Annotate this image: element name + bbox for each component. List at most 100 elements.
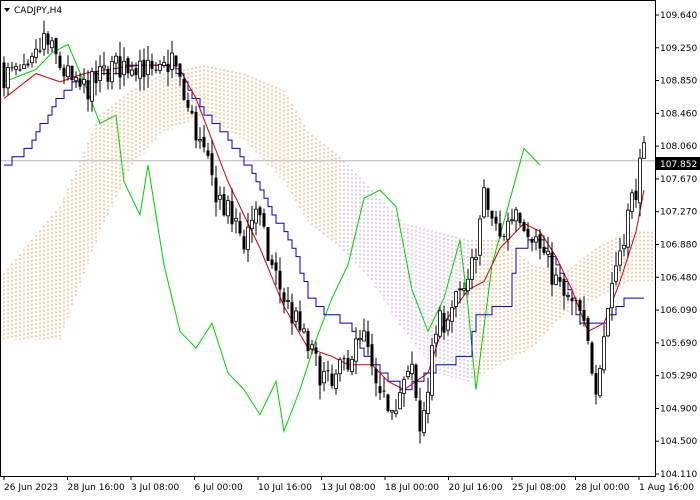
x-tick-label: 28 Jun 16:00 — [68, 483, 125, 493]
candle-body-bull — [470, 257, 474, 280]
candle-body-bear — [578, 300, 582, 311]
candle-body-bear — [634, 190, 638, 200]
candle-body-bull — [514, 209, 518, 222]
candle-body-bull — [458, 288, 462, 291]
candle-body-bull — [218, 194, 222, 200]
candle-body-bear — [46, 33, 50, 45]
candle-body-bear — [502, 235, 506, 237]
candle-body-bear — [238, 221, 242, 234]
candle-body-bear — [542, 246, 546, 253]
candle-body-bear — [18, 69, 22, 71]
candle-body-bull — [610, 283, 614, 309]
candle-body-bull — [50, 40, 54, 49]
candle-body-bear — [194, 111, 198, 141]
candle-body-bull — [246, 226, 250, 251]
x-tick-label: 20 Jul 16:00 — [449, 483, 503, 493]
candle-body-bull — [198, 139, 202, 142]
y-tick-label: 108.460 — [660, 109, 697, 119]
candle-body-bear — [586, 317, 590, 341]
candle-body-bull — [402, 379, 406, 394]
candle-body-bear — [94, 70, 98, 84]
candle-body-bear — [86, 80, 90, 100]
candle-body-bear — [270, 259, 274, 265]
y-tick-label: 108.850 — [660, 77, 697, 87]
candle-body-bull — [394, 410, 398, 414]
candle-body-bear — [2, 62, 6, 89]
candle-body-bear — [538, 234, 542, 249]
y-tick-label: 104.500 — [660, 437, 697, 447]
candle-body-bull — [114, 55, 118, 64]
candle-body-bull — [390, 410, 394, 413]
candle-body-bull — [82, 79, 86, 85]
candle-body-bull — [362, 330, 366, 342]
candle-body-bear — [558, 277, 562, 282]
x-tick-label: 26 Jun 2023 — [4, 483, 58, 493]
y-tick-label: 107.670 — [660, 175, 697, 185]
candle-body-bear — [206, 150, 210, 156]
candle-body-bull — [450, 307, 454, 322]
candle-body-bear — [418, 400, 422, 432]
candle-body-bear — [62, 67, 66, 77]
candle-body-bear — [202, 136, 206, 148]
candle-body-bull — [626, 209, 630, 248]
chart-background — [0, 0, 700, 500]
candle-body-bear — [486, 188, 490, 210]
candle-body-bull — [534, 236, 538, 243]
candle-body-bull — [138, 60, 142, 79]
candle-body-bull — [158, 63, 162, 71]
candle-body-bear — [106, 69, 110, 82]
candle-body-bear — [494, 216, 498, 224]
candle-body-bear — [374, 368, 378, 384]
candle-body-bear — [550, 252, 554, 285]
candle-body-bear — [306, 330, 310, 352]
candle-body-bull — [462, 288, 466, 291]
candle-body-bull — [482, 187, 486, 218]
candle-body-bear — [582, 309, 586, 321]
candle-body-bull — [254, 208, 258, 224]
candle-body-bull — [466, 278, 470, 292]
candle-body-bull — [322, 371, 326, 384]
candle-body-bear — [378, 386, 382, 394]
symbol-title: CADJPY,H4 — [14, 6, 62, 16]
candle-body-bull — [638, 157, 642, 204]
candle-body-bear — [562, 278, 566, 296]
candle-body-bull — [90, 71, 94, 102]
candle-body-bear — [262, 213, 266, 227]
y-tick-label: 109.250 — [660, 44, 697, 54]
y-tick-label: 106.880 — [660, 241, 697, 251]
candle-body-bear — [182, 78, 186, 101]
candle-body-bull — [554, 274, 558, 285]
candle-body-bear — [498, 223, 502, 237]
candle-body-bear — [154, 69, 158, 71]
candle-body-bull — [6, 67, 10, 89]
candle-body-bull — [226, 200, 230, 217]
candle-body-bear — [282, 292, 286, 303]
candle-body-bear — [210, 153, 214, 176]
candle-body-bear — [26, 63, 30, 66]
candle-body-bull — [566, 295, 570, 297]
price-tag-value: 107.852 — [660, 160, 697, 170]
candle-body-bear — [414, 364, 418, 398]
chart: 109.640 109.250 108.850 108.460 108.060 107.6… — [0, 0, 700, 500]
candle-body-bull — [426, 391, 430, 414]
candle-body-bull — [74, 76, 78, 82]
candle-body-bull — [602, 336, 606, 371]
candle-body-bear — [386, 394, 390, 411]
candle-body-bull — [294, 310, 298, 322]
candle-body-bear — [382, 390, 386, 392]
candle-body-bear — [490, 210, 494, 219]
candle-body-bull — [22, 64, 26, 69]
candle-body-bear — [290, 302, 294, 324]
y-tick-label: 108.060 — [660, 142, 697, 152]
candle-body-bear — [242, 236, 246, 250]
candle-body-bull — [102, 65, 106, 69]
y-tick-label: 107.270 — [660, 208, 697, 218]
y-tick-label: 104.900 — [660, 404, 697, 414]
candle-body-bear — [174, 55, 178, 67]
y-tick-label: 106.090 — [660, 306, 697, 316]
candle-body-bear — [518, 212, 522, 223]
candle-body-bear — [278, 270, 282, 290]
candle-body-bull — [250, 219, 254, 229]
candle-body-bear — [230, 201, 234, 225]
x-tick-label: 28 Jul 00:00 — [576, 483, 630, 493]
